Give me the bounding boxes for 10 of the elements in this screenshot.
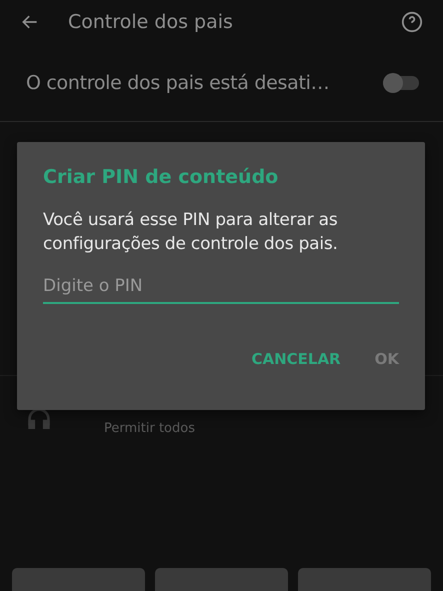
dialog-title: Criar PIN de conteúdo <box>43 166 280 188</box>
headphones-icon <box>28 409 50 429</box>
help-icon[interactable] <box>401 11 423 33</box>
item-subtitle: Permitir todos <box>104 421 195 436</box>
pin-field[interactable]: Digite o PIN <box>43 272 399 304</box>
dialog-button[interactable]: CANCELAR <box>241 344 351 374</box>
toggle-switch[interactable] <box>383 76 419 90</box>
dialog-message: Você usará esse PIN para alterar as configurações de controle dos pais. <box>43 209 339 256</box>
toggle-label: O controle dos pais está desati… <box>26 72 330 94</box>
screen-title: Controle dos pais <box>68 11 234 33</box>
